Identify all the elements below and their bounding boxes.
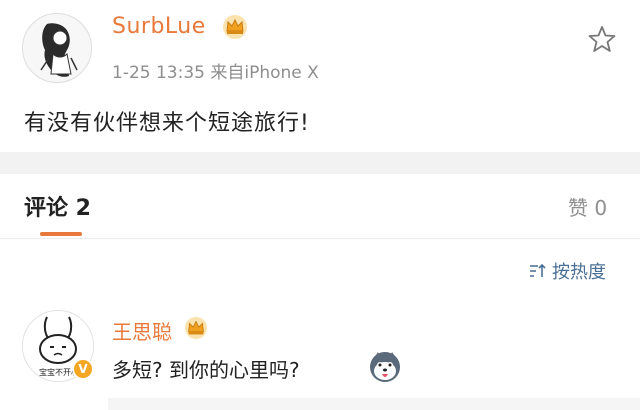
star-icon[interactable]	[587, 24, 617, 54]
sort-by-popularity-button[interactable]: 按热度	[528, 258, 606, 284]
verified-badge-icon: V	[72, 358, 94, 380]
reply-preview-box[interactable]	[108, 398, 640, 410]
comment-text: 多短? 到你的心里吗?	[112, 358, 300, 382]
portrait-sketch	[23, 14, 91, 82]
post-meta: 1-25 13:35 来自iPhone X	[112, 63, 319, 83]
active-tab-indicator	[40, 232, 82, 236]
author-avatar[interactable]	[22, 13, 92, 83]
crown-badge-icon	[184, 316, 208, 340]
author-username[interactable]: SurbLue	[112, 14, 206, 39]
commenter-name[interactable]: 王思聪	[112, 316, 172, 345]
sort-label: 按热度	[552, 262, 606, 283]
divider	[0, 238, 640, 239]
section-separator	[0, 152, 640, 174]
tab-comments[interactable]: 评论 2	[24, 190, 91, 222]
tab-likes[interactable]: 赞 0	[568, 192, 607, 221]
sort-icon	[530, 263, 546, 277]
husky-emoji-icon	[370, 352, 400, 382]
crown-badge-icon	[223, 15, 247, 39]
post-text: 有没有伙伴想来个短途旅行!	[24, 111, 310, 136]
